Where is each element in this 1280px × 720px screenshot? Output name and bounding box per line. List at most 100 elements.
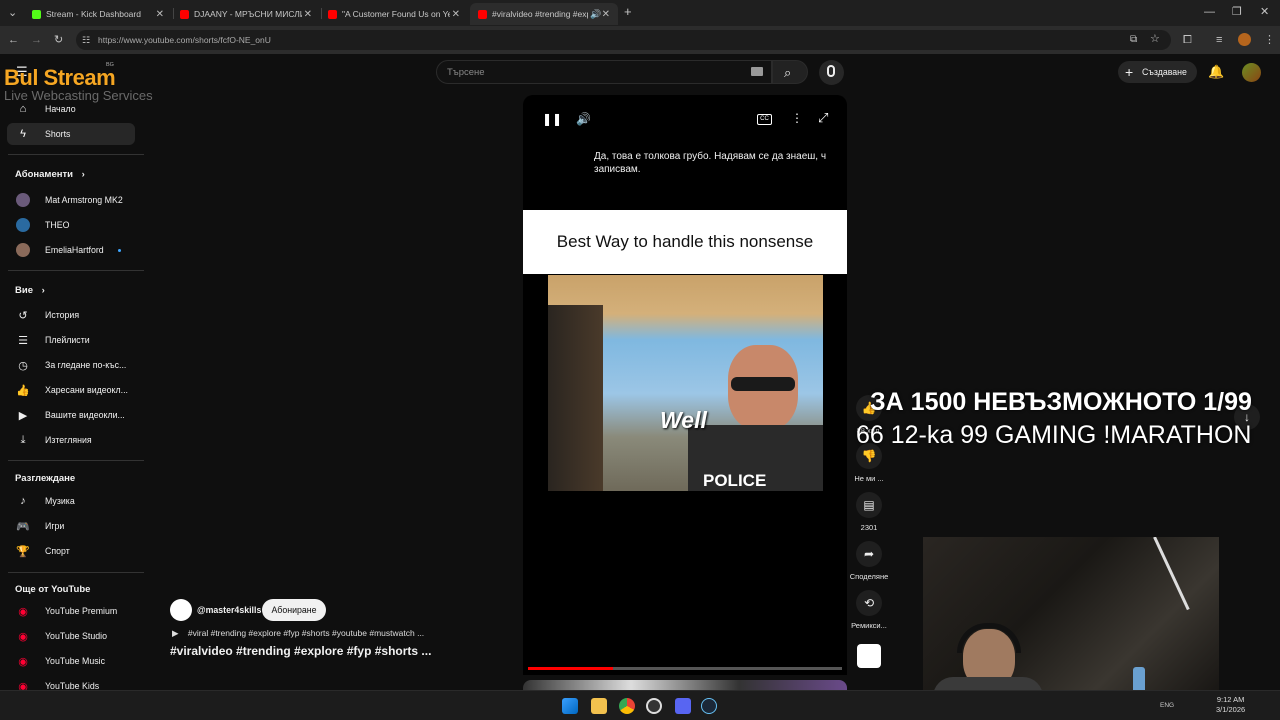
sidebar-item-youtube-premium[interactable]: ◉ YouTube Premium [7, 600, 135, 622]
address-bar[interactable]: ☷ https://www.youtube.com/shorts/fcfO-NE… [76, 30, 1171, 50]
sidebar-item-music[interactable]: ♪ Музика [7, 490, 135, 512]
sidebar-item-watch-later[interactable]: ◷ За гледане по-къс... [7, 354, 135, 376]
captions-icon[interactable]: CC [757, 114, 772, 125]
you-header[interactable]: Вие › [15, 285, 45, 296]
sidebar-item-label: Shorts [45, 129, 71, 139]
section-title: Още от YouTube [15, 584, 91, 595]
sidebar-item-mat-armstrong[interactable]: Mat Armstrong MK2 [7, 189, 135, 211]
sidebar-item-label: EmeliaHartford [45, 245, 104, 255]
account-avatar[interactable] [1242, 63, 1261, 82]
avatar [16, 243, 30, 257]
close-tab-icon[interactable]: ✕ [156, 9, 164, 20]
volume-icon[interactable]: 🔊 [576, 112, 591, 126]
dislike-label: Не ми ... [854, 474, 884, 483]
close-window-icon[interactable]: ✕ [1260, 6, 1269, 18]
file-explorer-icon[interactable] [591, 698, 607, 714]
sidebar-item-history[interactable]: ↺ История [7, 304, 135, 326]
search-input[interactable]: Търсене [436, 60, 772, 84]
chrome-icon[interactable] [619, 698, 635, 714]
tab-search-icon[interactable]: ⌄ [8, 7, 17, 19]
new-tab-button[interactable]: + [624, 5, 632, 18]
sidebar-item-youtube-studio[interactable]: ◉ YouTube Studio [7, 625, 135, 647]
cast-icon[interactable]: ⧉ [1130, 34, 1137, 46]
notifications-bell-icon[interactable]: 🔔 [1208, 64, 1224, 80]
sidebar-item-playlists[interactable]: ☰ Плейлисти [7, 329, 135, 351]
site-info-icon[interactable]: ☷ [82, 34, 90, 46]
extensions-icon[interactable]: ⧠ [1183, 34, 1192, 46]
close-tab-icon[interactable]: ✕ [304, 9, 312, 20]
channel-handle[interactable]: @master4skills [197, 605, 261, 615]
share-button[interactable]: ➦ Споделяне [846, 541, 892, 581]
explore-header: Разглеждане [15, 473, 75, 484]
pause-icon[interactable]: ❚❚ [542, 112, 562, 126]
sidebar-item-gaming[interactable]: 🎮 Игри [7, 515, 135, 537]
playlist-icon: ☰ [18, 334, 28, 347]
forward-icon[interactable]: → [31, 34, 42, 46]
voice-search-button[interactable] [819, 60, 844, 85]
person-left-silhouette [548, 305, 603, 491]
close-tab-icon[interactable]: ✕ [602, 9, 610, 20]
browser-menu-icon[interactable]: ⋮ [1264, 34, 1275, 46]
reading-list-icon[interactable]: ≡ [1216, 34, 1222, 46]
youtube-music-icon: ◉ [18, 655, 28, 668]
minimize-window-icon[interactable]: — [1204, 6, 1215, 18]
tab-title: DJAANY - МРЪСНИ МИСЛИ [ [194, 9, 302, 19]
sound-thumbnail[interactable] [857, 644, 881, 668]
subscribe-button[interactable]: Абониране [262, 599, 326, 621]
audio-playing-icon[interactable]: 🔊 [590, 9, 601, 20]
discord-icon[interactable] [675, 698, 691, 714]
avatar [16, 218, 30, 232]
video-hashtags[interactable]: #viralvideo #trending #explore #fyp #sho… [170, 644, 431, 658]
steam-icon[interactable] [701, 698, 717, 714]
sidebar-item-your-videos[interactable]: ▶ Вашите видеокли... [7, 404, 135, 426]
officer-sunglasses [731, 377, 795, 391]
chevron-right-icon: › [41, 285, 45, 296]
sidebar-item-youtube-music[interactable]: ◉ YouTube Music [7, 650, 135, 672]
remix-button[interactable]: ⟲ Ремикси... [846, 590, 892, 630]
sidebar-item-downloads[interactable]: ⤓ Изтегляния [7, 429, 135, 451]
create-button[interactable]: + Създаване [1118, 61, 1197, 83]
sidebar-item-home[interactable]: ⌂ Начало [7, 98, 135, 120]
tab-customer-yelp[interactable]: "A Customer Found Us on Yelp ✕ [320, 3, 468, 25]
next-short-preview[interactable] [523, 680, 847, 690]
fullscreen-icon[interactable]: ⤢ [818, 110, 828, 126]
search-placeholder: Търсене [447, 67, 485, 78]
channel-avatar[interactable] [170, 599, 192, 621]
maximize-window-icon[interactable]: ❐ [1232, 6, 1242, 18]
sidebar-item-theo[interactable]: THEO [7, 214, 135, 236]
trophy-icon: 🏆 [16, 545, 30, 558]
sidebar-item-label: История [45, 310, 80, 320]
search-icon: ⌕ [784, 65, 792, 80]
language-indicator[interactable]: ENG [1160, 702, 1174, 709]
sidebar-item-shorts[interactable]: ϟ Shorts [7, 123, 135, 145]
taskbar-clock[interactable]: 9:12 AM 3/1/2026 [1216, 695, 1245, 715]
reload-icon[interactable]: ↻ [54, 34, 63, 46]
comments-button[interactable]: ▤ 2301 [846, 492, 892, 532]
tab-kick-dashboard[interactable]: Stream - Kick Dashboard ✕ [24, 3, 172, 25]
back-icon[interactable]: ← [8, 34, 19, 46]
shorts-player[interactable]: ❚❚ 🔊 CC ⋮ ⤢ Да, това е толкова грубо. На… [523, 95, 847, 675]
keyboard-icon[interactable] [751, 67, 763, 76]
share-label: Споделяне [849, 572, 889, 581]
sidebar-item-sports[interactable]: 🏆 Спорт [7, 540, 135, 562]
profile-avatar-icon[interactable] [1238, 33, 1251, 46]
subscriptions-header[interactable]: Абонаменти › [15, 169, 85, 180]
tab-djaany[interactable]: DJAANY - МРЪСНИ МИСЛИ [ ✕ [172, 3, 320, 25]
sidebar-item-liked-videos[interactable]: 👍 Харесани видеокл... [7, 379, 135, 401]
windows-start-icon[interactable] [562, 698, 578, 714]
video-description[interactable]: ▶ #viral #trending #explore #fyp #shorts… [172, 628, 424, 639]
light-stand [1153, 537, 1190, 611]
more-from-youtube-header: Още от YouTube [15, 584, 90, 595]
video-frame: Well POLICE [548, 275, 823, 491]
close-tab-icon[interactable]: ✕ [452, 9, 460, 20]
search-button[interactable]: ⌕ [772, 60, 808, 84]
bookmark-star-icon[interactable]: ☆ [1150, 33, 1160, 45]
home-icon: ⌂ [19, 103, 27, 115]
clock-icon: ◷ [18, 359, 28, 372]
sidebar-item-label: YouTube Studio [45, 631, 107, 641]
sidebar-item-emeliahartford[interactable]: EmeliaHartford [7, 239, 135, 261]
tab-viralvideo[interactable]: #viralvideo #trending #exp 🔊 ✕ [470, 3, 618, 25]
video-caption: Да, това е толкова грубо. Надявам се да … [594, 151, 827, 175]
obs-icon[interactable] [646, 698, 662, 714]
more-options-icon[interactable]: ⋮ [791, 111, 803, 125]
